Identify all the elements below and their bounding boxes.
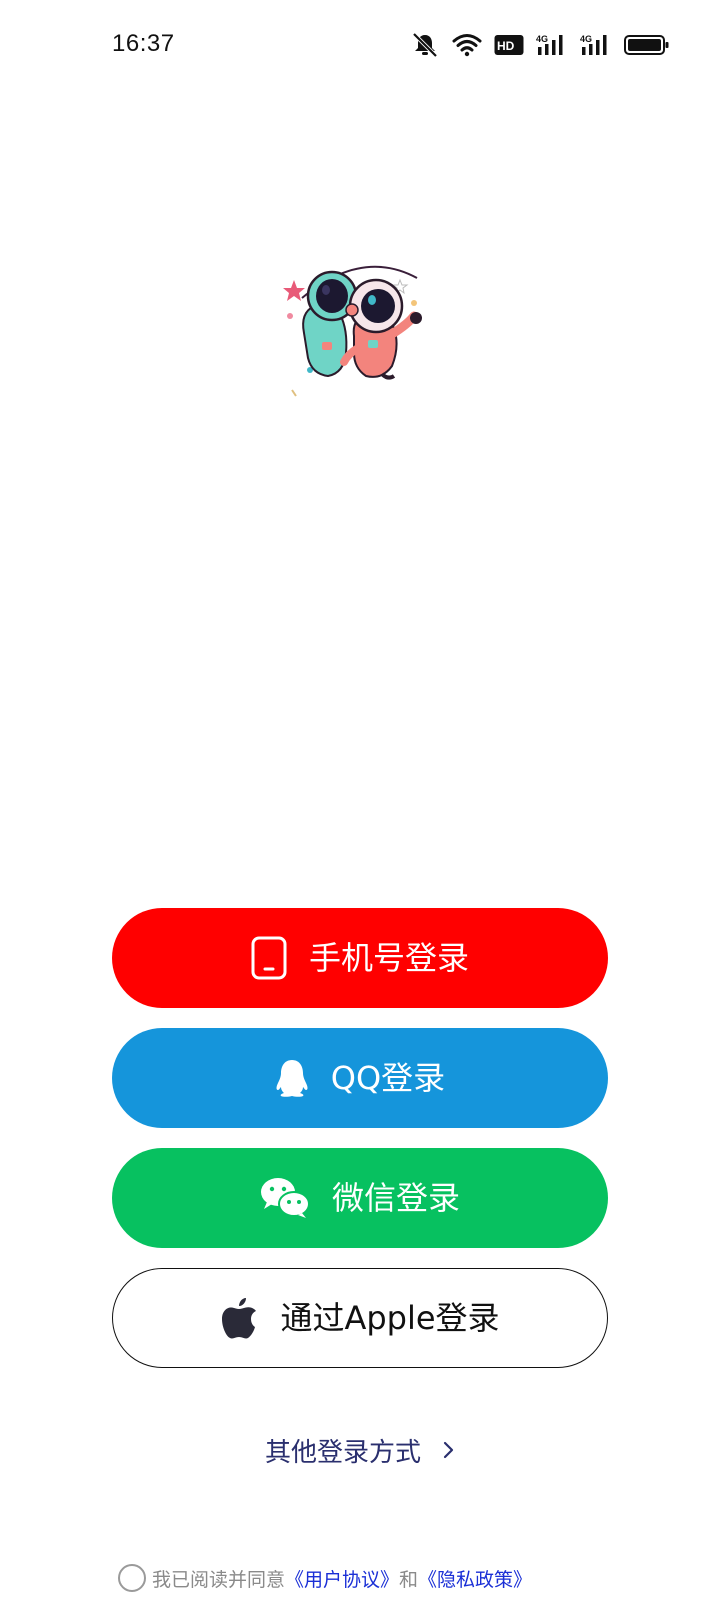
privacy-policy-link[interactable]: 《隐私政策》	[418, 1565, 532, 1592]
hd-icon: HD	[494, 34, 524, 56]
status-time: 16:37	[112, 30, 175, 57]
qq-penguin-icon	[275, 1058, 309, 1098]
agreement-and: 和	[399, 1568, 419, 1591]
hd-icon-label: HD	[497, 39, 515, 53]
signal-4g-icon: 4G	[580, 33, 612, 57]
wifi-icon	[452, 33, 482, 57]
battery-icon	[624, 34, 670, 56]
agreement-prefix: 我已阅读并同意	[152, 1568, 286, 1591]
login-screen: 16:37 HD 4G 4G 手机号登录 QQ登录 微信登录 通过Apple登录…	[0, 0, 720, 1612]
chevron-right-icon	[443, 1440, 455, 1460]
phone-login-button[interactable]: 手机号登录	[112, 908, 608, 1008]
apple-login-label: 通过Apple登录	[280, 1299, 500, 1337]
other-login-methods-label: 其他登录方式	[264, 1437, 421, 1468]
astronaut-mascot-icon	[283, 265, 422, 397]
wechat-icon	[260, 1177, 310, 1219]
phone-login-label: 手机号登录	[308, 939, 469, 977]
apple-login-button[interactable]: 通过Apple登录	[112, 1268, 608, 1368]
wechat-login-label: 微信登录	[331, 1179, 460, 1217]
signal-4g-icon: 4G	[536, 33, 568, 57]
apple-icon	[220, 1296, 258, 1340]
agreement-checkbox[interactable]	[118, 1564, 146, 1592]
phone-icon	[251, 936, 287, 980]
wechat-login-button[interactable]: 微信登录	[112, 1148, 608, 1248]
other-login-methods-link[interactable]: 其他登录方式	[0, 1428, 720, 1472]
status-bar: 16:37 HD 4G 4G	[0, 0, 720, 90]
app-logo	[282, 258, 442, 408]
user-agreement-link[interactable]: 《用户协议》	[285, 1565, 399, 1592]
mute-bell-icon	[410, 32, 440, 58]
status-icons: HD 4G 4G	[410, 30, 670, 60]
agreement-row: 我已阅读并同意 《用户协议》 和 《隐私政策》	[118, 1562, 532, 1594]
qq-login-label: QQ登录	[330, 1059, 446, 1097]
signal-4g-label: 4G	[580, 34, 592, 44]
qq-login-button[interactable]: QQ登录	[112, 1028, 608, 1128]
signal-4g-label: 4G	[536, 34, 548, 44]
